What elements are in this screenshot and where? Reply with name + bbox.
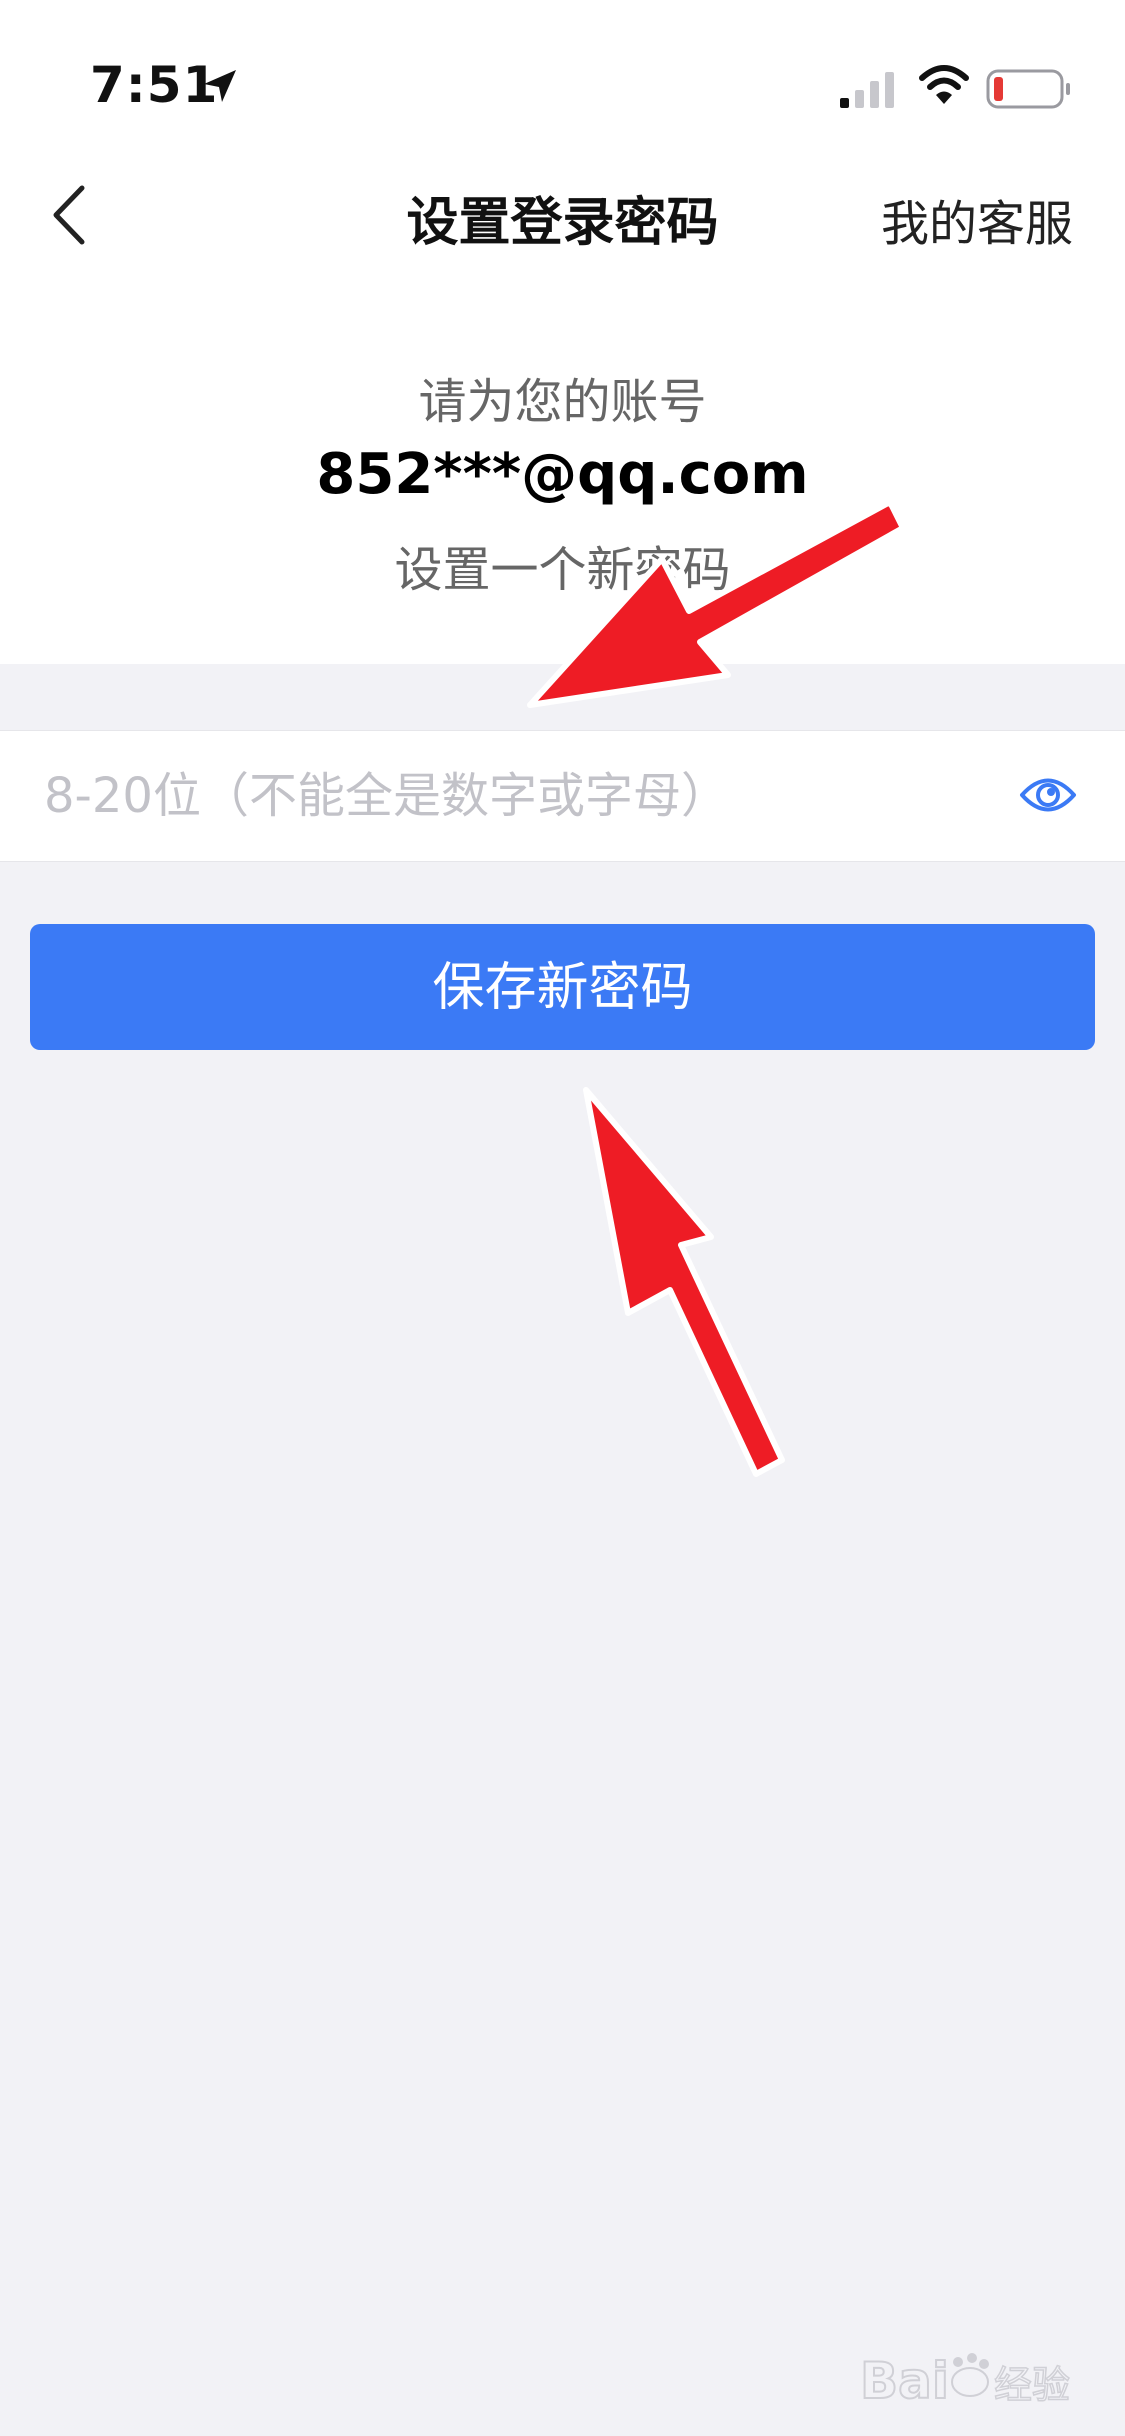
signal-icon [840,72,894,108]
prompt-text: 请为您的账号 [418,374,707,430]
customer-service-link[interactable]: 我的客服 [881,184,1073,254]
eye-icon[interactable] [1018,770,1078,820]
password-input[interactable] [44,731,1004,861]
save-new-password-button[interactable]: 保存新密码 [30,924,1095,1050]
battery-low-icon [986,69,1070,109]
svg-text:经验: 经验 [994,2363,1070,2407]
baidu-jingyan-watermark: Bai 经验 [860,2351,1071,2411]
svg-text:Bai: Bai [860,2352,949,2410]
annotation-arrow-icon [527,499,906,708]
location-arrow-icon [204,70,236,102]
wifi-icon [919,65,969,104]
password-row [0,730,1125,862]
annotation-arrow-icon [583,1087,785,1477]
